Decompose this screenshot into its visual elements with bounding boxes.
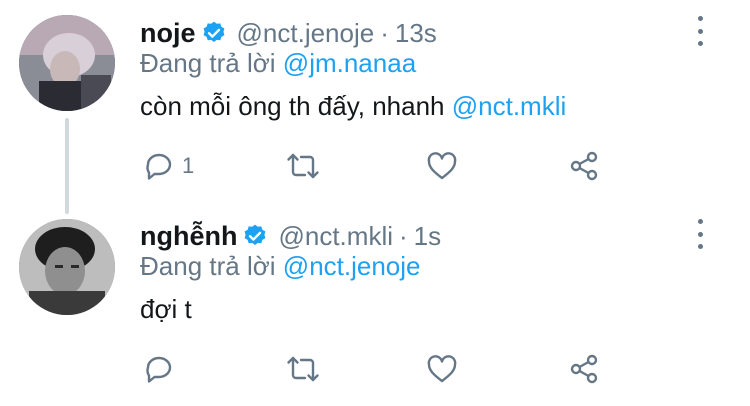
reply-button[interactable] [142,349,182,389]
like-button[interactable] [425,146,459,186]
reply-icon [146,356,172,383]
more-options-icon[interactable] [692,219,708,249]
share-button[interactable] [567,146,601,186]
timestamp[interactable]: 13s [395,18,437,49]
reply-icon [146,153,172,180]
verified-badge-icon [242,223,268,249]
retweet-icon [287,356,319,382]
retweet-button[interactable] [286,349,320,389]
timestamp[interactable]: 1s [414,221,441,252]
replying-prefix: Đang trả lời [140,251,276,281]
display-name[interactable]: nghễnh [140,221,237,252]
tweet-actions [140,349,620,389]
reply-button[interactable]: 1 [142,146,194,186]
display-name[interactable]: noje [140,18,196,49]
tweet-actions: 1 [140,146,620,186]
tweet-header: nghễnh @nct.mkli · 1s [140,218,441,254]
user-handle[interactable]: @nct.mkli [278,221,393,252]
retweet-icon [287,153,319,179]
more-options-icon[interactable] [692,16,708,46]
retweet-button[interactable] [286,146,320,186]
replying-to-mention[interactable]: @nct.jenoje [283,251,421,281]
thread-connector-line [65,118,69,214]
verified-badge-icon [201,20,227,46]
tweet-text: đợi t [140,294,192,325]
tweet-text-mention[interactable]: @nct.mkli [452,91,567,121]
like-icon [427,355,457,383]
tweet-text-body: còn mỗi ông th đấy, nhanh [140,91,445,121]
like-button[interactable] [425,349,459,389]
avatar[interactable] [19,219,115,315]
replying-to-mention[interactable]: @jm.nanaa [283,48,416,78]
tweet-text-body: đợi t [140,294,192,324]
reply-count: 1 [182,153,195,178]
share-button[interactable] [567,349,601,389]
share-icon [570,151,598,181]
user-handle[interactable]: @nct.jenoje [237,18,375,49]
avatar[interactable] [19,15,115,111]
tweet-header: noje @nct.jenoje · 13s [140,15,437,51]
separator-dot: · [380,17,389,48]
tweet[interactable]: nghễnh @nct.mkli · 1s Đang trả lời @nct.… [140,203,750,403]
replying-prefix: Đang trả lời [140,48,276,78]
replying-to: Đang trả lời @nct.jenoje [140,251,421,282]
share-icon [570,354,598,384]
like-icon [427,152,457,180]
separator-dot: · [399,220,408,251]
replying-to: Đang trả lời @jm.nanaa [140,48,416,79]
tweet-text: còn mỗi ông th đấy, nhanh @nct.mkli [140,91,566,122]
tweet[interactable]: noje @nct.jenoje · 13s Đang trả lời @jm.… [140,0,750,200]
